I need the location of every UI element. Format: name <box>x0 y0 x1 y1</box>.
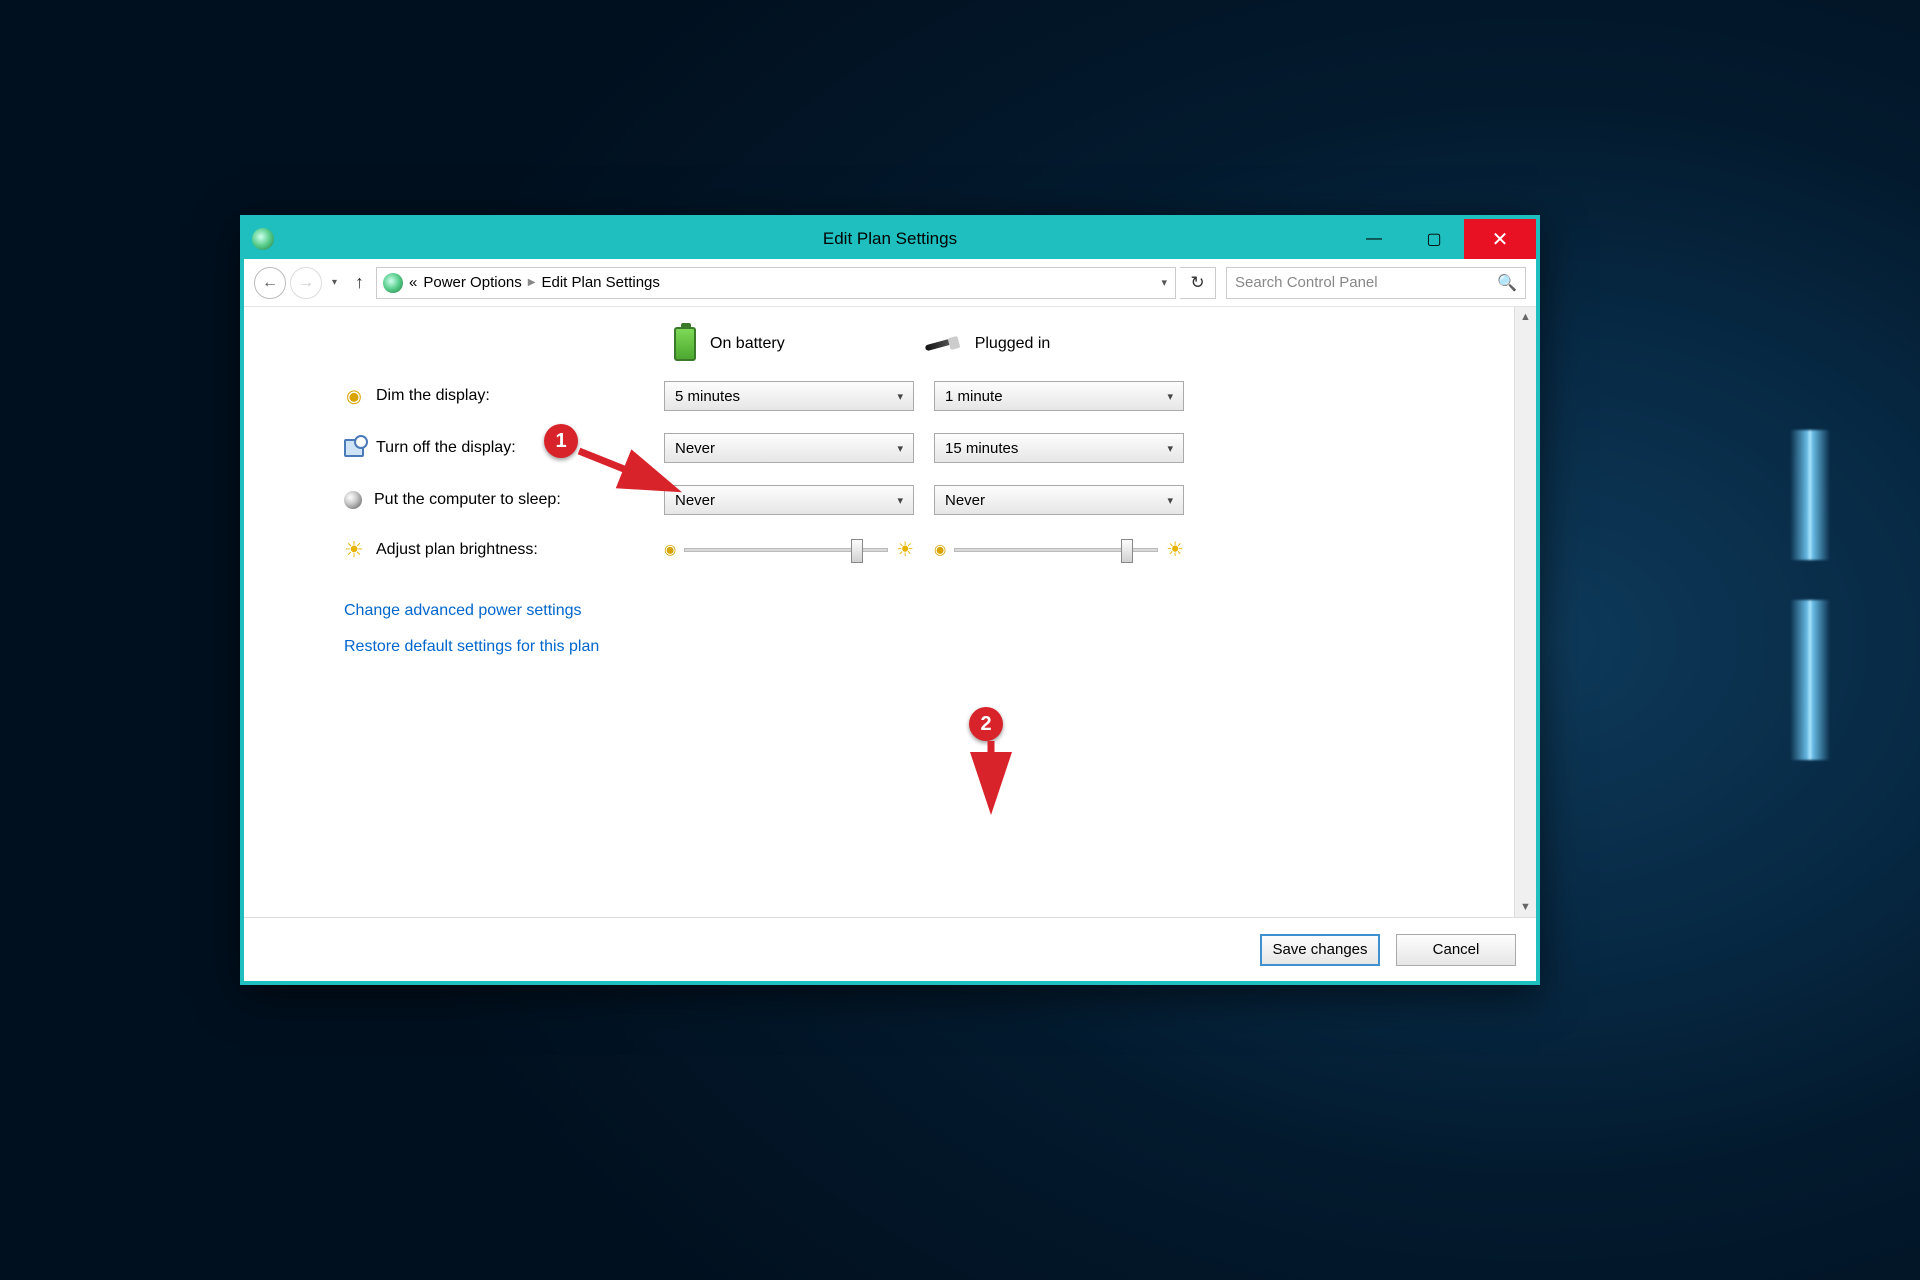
plugged-in-header: Plugged in <box>925 334 1051 354</box>
save-changes-button[interactable]: Save changes <box>1260 934 1380 966</box>
slider-thumb[interactable] <box>1121 539 1133 563</box>
turn-off-display-plugged-dropdown[interactable]: 15 minutes ▾ <box>934 433 1184 463</box>
brightness-battery-slider[interactable]: ◉ ☀ <box>664 537 914 562</box>
moon-icon <box>344 491 362 509</box>
brightness-label: ☀ Adjust plan brightness: <box>344 540 644 560</box>
slider-track[interactable] <box>684 548 888 552</box>
plugged-in-label: Plugged in <box>975 335 1051 353</box>
plug-icon <box>925 334 961 354</box>
dim-display-battery-dropdown[interactable]: 5 minutes ▾ <box>664 381 914 411</box>
sun-small-icon: ◉ <box>664 541 676 558</box>
history-dropdown[interactable]: ▾ <box>326 277 343 288</box>
forward-button[interactable]: → <box>290 267 322 299</box>
vertical-scrollbar[interactable]: ▲ ▼ <box>1514 307 1536 917</box>
slider-thumb[interactable] <box>851 539 863 563</box>
up-button[interactable]: ↑ <box>347 272 372 293</box>
sun-large-icon: ☀ <box>896 537 914 562</box>
sleep-battery-dropdown[interactable]: Never ▾ <box>664 485 914 515</box>
cancel-button[interactable]: Cancel <box>1396 934 1516 966</box>
brightness-plugged-slider[interactable]: ◉ ☀ <box>934 537 1184 562</box>
main-panel: On battery Plugged in ◉ Dim the display:… <box>244 307 1514 917</box>
address-dropdown[interactable]: ▾ <box>1161 276 1169 289</box>
breadcrumb-item[interactable]: Power Options <box>423 274 521 291</box>
refresh-button[interactable]: ↻ <box>1180 267 1216 299</box>
sun-small-icon: ◉ <box>934 541 946 558</box>
address-bar[interactable]: « Power Options ▶ Edit Plan Settings ▾ <box>376 267 1176 299</box>
chevron-down-icon: ▾ <box>897 494 903 507</box>
back-button[interactable]: ← <box>254 267 286 299</box>
breadcrumb-item[interactable]: Edit Plan Settings <box>541 274 659 291</box>
sleep-plugged-dropdown[interactable]: Never ▾ <box>934 485 1184 515</box>
scroll-up-icon[interactable]: ▲ <box>1520 311 1531 323</box>
window-title: Edit Plan Settings <box>244 229 1536 249</box>
navigation-toolbar: ← → ▾ ↑ « Power Options ▶ Edit Plan Sett… <box>244 259 1536 307</box>
on-battery-label: On battery <box>710 335 785 353</box>
chevron-down-icon: ▾ <box>897 390 903 403</box>
slider-track[interactable] <box>954 548 1158 552</box>
breadcrumb-prefix: « <box>409 274 417 291</box>
edit-plan-settings-window: Edit Plan Settings — ▢ ✕ ← → ▾ ↑ « Power… <box>240 215 1540 985</box>
sun-icon: ☀ <box>344 540 364 560</box>
monitor-timer-icon <box>344 439 364 457</box>
dim-icon: ◉ <box>344 386 364 406</box>
dim-display-label: ◉ Dim the display: <box>344 386 644 406</box>
wallpaper-glow <box>1790 430 1830 560</box>
search-placeholder: Search Control Panel <box>1235 274 1378 291</box>
chevron-down-icon: ▾ <box>1167 390 1173 403</box>
links-section: Change advanced power settings Restore d… <box>344 602 1434 656</box>
wallpaper-glow <box>1790 600 1830 760</box>
restore-defaults-link[interactable]: Restore default settings for this plan <box>344 638 1434 656</box>
dim-display-plugged-dropdown[interactable]: 1 minute ▾ <box>934 381 1184 411</box>
battery-icon <box>674 327 696 361</box>
annotation-arrow-1 <box>574 439 694 509</box>
on-battery-header: On battery <box>674 327 785 361</box>
change-advanced-link[interactable]: Change advanced power settings <box>344 602 1434 620</box>
annotation-badge-2: 2 <box>969 707 1003 741</box>
annotation-arrow-2 <box>979 739 1009 819</box>
search-icon: 🔍 <box>1497 273 1517 293</box>
chevron-down-icon: ▾ <box>1167 494 1173 507</box>
power-source-headers: On battery Plugged in <box>674 327 1434 361</box>
footer: Save changes Cancel <box>244 917 1536 981</box>
chevron-right-icon: ▶ <box>528 277 536 288</box>
titlebar[interactable]: Edit Plan Settings — ▢ ✕ <box>244 219 1536 259</box>
scroll-down-icon[interactable]: ▼ <box>1520 901 1531 913</box>
turn-off-display-battery-dropdown[interactable]: Never ▾ <box>664 433 914 463</box>
search-input[interactable]: Search Control Panel 🔍 <box>1226 267 1526 299</box>
chevron-down-icon: ▾ <box>1167 442 1173 455</box>
chevron-down-icon: ▾ <box>897 442 903 455</box>
sun-large-icon: ☀ <box>1166 537 1184 562</box>
settings-grid: ◉ Dim the display: 5 minutes ▾ 1 minute … <box>344 381 1434 562</box>
content-area: On battery Plugged in ◉ Dim the display:… <box>244 307 1536 917</box>
annotation-badge-1: 1 <box>544 424 578 458</box>
power-options-icon <box>383 273 403 293</box>
